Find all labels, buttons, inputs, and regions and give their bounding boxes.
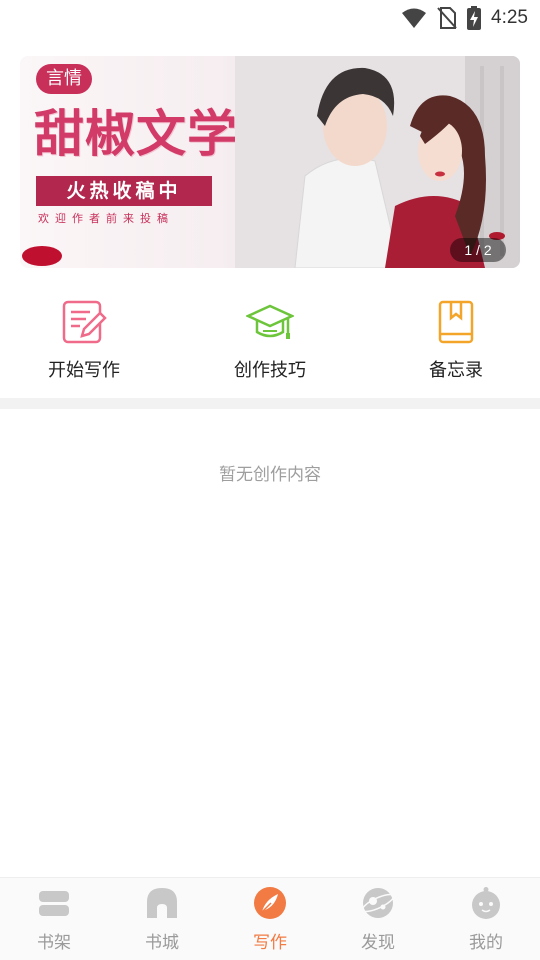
bookshelf-icon [39, 891, 69, 916]
rose-petal-decoration [22, 246, 62, 266]
banner-badge: 言情 [36, 64, 92, 94]
promo-banner[interactable]: 言情 甜椒文学 火热收稿中 欢迎作者前来投稿 1 / 2 [20, 56, 520, 268]
banner-page-indicator: 1 / 2 [450, 238, 506, 262]
quill-icon [254, 887, 286, 919]
banner-title: 甜椒文学 [34, 104, 238, 163]
bottom-tab-bar: 书架 书城 写作 发现 我的 [0, 877, 540, 960]
bookstore-icon [147, 888, 177, 918]
no-sim-icon [437, 7, 457, 29]
wifi-icon [401, 7, 427, 29]
graduation-cap-icon [246, 304, 294, 339]
tab-discover-label: 发现 [361, 933, 395, 953]
banner-strip: 火热收稿中 [36, 176, 212, 206]
status-icons: 4:25 [401, 6, 528, 30]
tab-writing[interactable]: 写作 [216, 878, 324, 960]
tab-discover[interactable]: 发现 [324, 878, 432, 960]
banner-text-area: 言情 甜椒文学 火热收稿中 欢迎作者前来投稿 [20, 56, 260, 268]
profile-face-icon [472, 887, 500, 919]
writing-tips-label: 创作技巧 [234, 360, 306, 381]
start-writing-button[interactable]: 开始写作 [14, 290, 154, 390]
tab-bookshelf-label: 书架 [37, 933, 71, 953]
status-bar: 4:25 [0, 0, 540, 36]
writing-tips-button[interactable]: 创作技巧 [200, 290, 340, 390]
bookmark-book-icon [438, 300, 474, 344]
memo-button[interactable]: 备忘录 [386, 290, 526, 390]
tab-profile-label: 我的 [469, 933, 503, 953]
couple-illustration [235, 56, 520, 268]
memo-label: 备忘录 [429, 360, 483, 381]
battery-charging-icon [467, 6, 482, 30]
empty-state-text: 暂无创作内容 [219, 465, 321, 485]
start-writing-label: 开始写作 [48, 360, 120, 381]
edit-document-icon [62, 300, 107, 344]
tab-writing-label: 写作 [253, 933, 287, 953]
tab-bookstore[interactable]: 书城 [108, 878, 216, 960]
tab-bookstore-label: 书城 [145, 933, 179, 953]
banner-subtitle: 欢迎作者前来投稿 [38, 212, 174, 225]
tab-bookshelf[interactable]: 书架 [0, 878, 108, 960]
tab-profile[interactable]: 我的 [432, 878, 540, 960]
section-divider [0, 398, 540, 409]
status-time: 4:25 [491, 7, 528, 28]
planet-icon [361, 888, 395, 918]
quick-actions: 开始写作 创作技巧 备忘录 [0, 290, 540, 390]
